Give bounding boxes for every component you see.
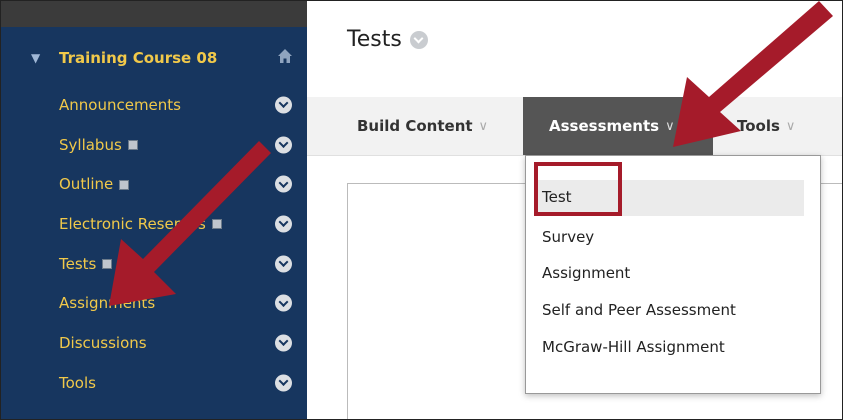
sidebar-item-announcements[interactable]: Announcements — [1, 85, 307, 125]
main-content: Tests Build Content ∨ Assessments ∨ Tool… — [307, 1, 842, 419]
page-title-text: Tests — [347, 27, 402, 52]
chevron-down-icon[interactable] — [275, 374, 292, 392]
document-icon — [127, 140, 138, 151]
document-icon — [102, 259, 113, 270]
course-header[interactable]: ▼ Training Course 08 — [1, 41, 307, 75]
action-bar: Build Content ∨ Assessments ∨ Tools ∨ — [307, 97, 842, 156]
course-sidebar: ▼ Training Course 08 Announcements Sylla… — [1, 1, 307, 419]
sidebar-top-band — [1, 1, 307, 27]
sidebar-item-label[interactable]: Electronic Reserves — [59, 215, 222, 233]
chevron-down-icon[interactable] — [409, 30, 428, 49]
chevron-down-icon[interactable] — [275, 136, 292, 154]
course-title[interactable]: Training Course 08 — [59, 49, 217, 67]
sidebar-item-syllabus[interactable]: Syllabus — [1, 125, 307, 165]
sidebar-item-label[interactable]: Assignments — [59, 294, 155, 312]
sidebar-item-assignments[interactable]: Assignments — [1, 283, 307, 323]
chevron-down-icon: ∨ — [785, 118, 796, 134]
sidebar-item-discussions[interactable]: Discussions — [1, 323, 307, 363]
page-title: Tests — [347, 27, 428, 52]
chevron-down-icon: ∨ — [665, 118, 675, 134]
chevron-down-icon[interactable] — [275, 96, 292, 114]
chevron-down-icon[interactable] — [275, 215, 292, 233]
sidebar-item-label[interactable]: Syllabus — [59, 136, 138, 154]
menu-item-mcgraw-hill-assignment[interactable]: McGraw-Hill Assignment — [542, 338, 725, 356]
menu-item-assignment[interactable]: Assignment — [542, 264, 630, 282]
sidebar-item-label[interactable]: Tests — [59, 255, 113, 273]
document-icon — [211, 219, 222, 230]
collapse-caret-icon[interactable]: ▼ — [31, 51, 40, 65]
assessments-dropdown-menu: Test Survey Assignment Self and Peer Ass… — [525, 155, 821, 394]
home-icon[interactable] — [277, 48, 293, 64]
build-content-menu-button[interactable]: Build Content ∨ — [357, 97, 488, 155]
chevron-down-icon[interactable] — [275, 175, 292, 193]
screenshot-frame: ▼ Training Course 08 Announcements Sylla… — [0, 0, 843, 420]
sidebar-item-label[interactable]: Outline — [59, 175, 130, 193]
assessments-label[interactable]: Assessments — [549, 117, 659, 135]
sidebar-item-label[interactable]: Discussions — [59, 334, 147, 352]
menu-item-self-peer-assessment[interactable]: Self and Peer Assessment — [542, 301, 736, 319]
sidebar-item-tests[interactable]: Tests — [1, 244, 307, 284]
build-content-label[interactable]: Build Content — [357, 117, 473, 135]
chevron-down-icon[interactable] — [275, 294, 292, 312]
assessments-menu-button[interactable]: Assessments ∨ — [523, 97, 713, 155]
document-icon — [119, 179, 130, 190]
chevron-down-icon[interactable] — [275, 334, 292, 352]
menu-item-survey[interactable]: Survey — [542, 228, 594, 246]
tools-label[interactable]: Tools — [737, 117, 780, 135]
sidebar-item-electronic-reserves[interactable]: Electronic Reserves — [1, 204, 307, 244]
tools-menu-button[interactable]: Tools ∨ — [737, 97, 795, 155]
sidebar-item-outline[interactable]: Outline — [1, 164, 307, 204]
chevron-down-icon[interactable] — [275, 255, 292, 273]
course-menu: Announcements Syllabus Outline Electroni… — [1, 85, 307, 403]
sidebar-item-tools[interactable]: Tools — [1, 363, 307, 403]
sidebar-item-label[interactable]: Announcements — [59, 96, 181, 114]
sidebar-item-label[interactable]: Tools — [59, 374, 96, 392]
menu-item-test[interactable]: Test — [542, 188, 572, 206]
chevron-down-icon: ∨ — [478, 118, 489, 134]
